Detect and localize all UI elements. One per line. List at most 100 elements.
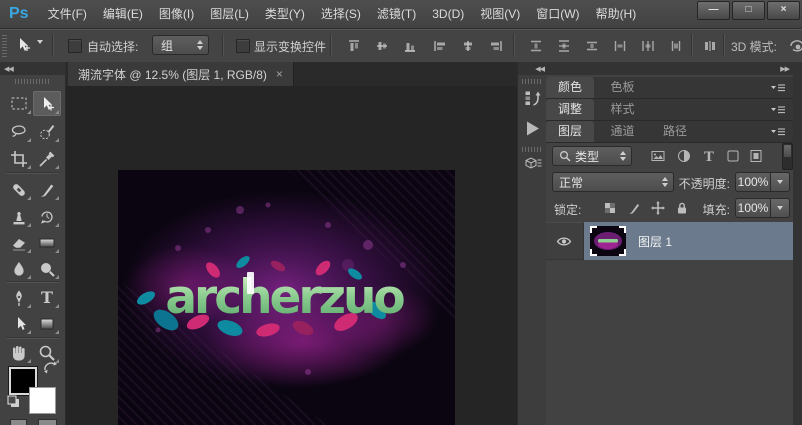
close-button[interactable]: × bbox=[767, 1, 800, 20]
eyedropper-tool[interactable] bbox=[33, 146, 61, 171]
hand-tool[interactable] bbox=[5, 340, 33, 365]
pen-tool[interactable] bbox=[5, 285, 33, 310]
distribute-top-edges-button[interactable] bbox=[525, 37, 547, 55]
layer-thumbnail[interactable] bbox=[590, 226, 626, 256]
align-bottom-edges-button[interactable] bbox=[399, 37, 421, 55]
opacity-dropdown-arrow[interactable] bbox=[771, 172, 790, 192]
quick-selection-tool[interactable] bbox=[33, 119, 61, 144]
layer-filter-type-dropdown[interactable]: 类型 bbox=[552, 146, 632, 166]
type-tool[interactable]: T bbox=[33, 285, 61, 310]
swap-colors-icon[interactable] bbox=[42, 360, 58, 376]
distribute-spacing-button[interactable] bbox=[699, 37, 721, 55]
3d-panel-button[interactable] bbox=[521, 154, 544, 176]
lock-pixels-icon[interactable] bbox=[624, 199, 644, 217]
distribute-left-edges-button[interactable] bbox=[609, 37, 631, 55]
path-selection-tool[interactable] bbox=[5, 311, 33, 336]
3d-rotate-mode-icon[interactable] bbox=[786, 37, 802, 55]
menu-view[interactable]: 视图(V) bbox=[472, 0, 528, 28]
filter-type-layers-icon[interactable]: T bbox=[699, 147, 719, 165]
distribute-bottom-edges-button[interactable] bbox=[581, 37, 603, 55]
drag-grip[interactable] bbox=[522, 147, 543, 152]
menu-3d[interactable]: 3D(D) bbox=[424, 0, 472, 28]
brush-tool[interactable] bbox=[33, 177, 61, 202]
layer-visibility-cell[interactable] bbox=[546, 222, 584, 260]
clone-stamp-tool[interactable] bbox=[5, 204, 33, 229]
align-horizontal-centers-button[interactable] bbox=[457, 37, 479, 55]
align-vertical-centers-button[interactable] bbox=[371, 37, 393, 55]
history-panel-button[interactable] bbox=[521, 87, 544, 109]
dodge-tool[interactable] bbox=[33, 256, 61, 281]
drag-grip[interactable] bbox=[522, 79, 543, 84]
minimize-button[interactable]: — bbox=[697, 1, 730, 20]
lock-all-icon[interactable] bbox=[672, 199, 692, 217]
strip-expand-header[interactable]: ◀◀ bbox=[518, 62, 547, 75]
drag-grip[interactable] bbox=[15, 79, 51, 84]
menu-window[interactable]: 窗口(W) bbox=[528, 0, 587, 28]
fill-value[interactable]: 100% bbox=[735, 198, 771, 218]
layer-row[interactable]: 图层 1 bbox=[546, 222, 793, 260]
crop-tool[interactable] bbox=[5, 146, 33, 171]
rectangle-shape-tool[interactable] bbox=[33, 311, 61, 336]
panel-menu-icon[interactable] bbox=[770, 127, 786, 137]
auto-select-checkbox[interactable] bbox=[68, 39, 82, 53]
distribute-right-edges-button[interactable] bbox=[665, 37, 687, 55]
menu-help[interactable]: 帮助(H) bbox=[588, 0, 645, 28]
healing-brush-tool[interactable] bbox=[5, 177, 33, 202]
tab-color[interactable]: 颜色 bbox=[546, 77, 594, 98]
tab-channels[interactable]: 通道 bbox=[598, 121, 646, 142]
menu-layer[interactable]: 图层(L) bbox=[202, 0, 257, 28]
rectangular-marquee-tool[interactable] bbox=[5, 91, 33, 116]
align-left-edges-button[interactable] bbox=[429, 37, 451, 55]
document-area[interactable]: 潮流字体 @ 12.5% (图层 1, RGB/8) × bbox=[66, 62, 517, 425]
filter-pixel-layers-icon[interactable] bbox=[648, 147, 668, 165]
align-right-edges-button[interactable] bbox=[485, 37, 507, 55]
menu-image[interactable]: 图像(I) bbox=[151, 0, 202, 28]
lock-transparency-icon[interactable] bbox=[600, 199, 620, 217]
menu-file[interactable]: 文件(F) bbox=[40, 0, 95, 28]
screen-mode-button[interactable] bbox=[38, 419, 57, 425]
maximize-button[interactable]: □ bbox=[732, 1, 765, 20]
opacity-value[interactable]: 100% bbox=[735, 172, 771, 192]
filter-smart-objects-icon[interactable] bbox=[746, 147, 766, 165]
layer-name[interactable]: 图层 1 bbox=[638, 233, 672, 250]
tools-collapse-header[interactable]: ◀◀ bbox=[0, 62, 65, 75]
default-colors-icon[interactable] bbox=[6, 394, 22, 410]
filter-adjustment-layers-icon[interactable] bbox=[674, 147, 694, 165]
tab-close-icon[interactable]: × bbox=[276, 67, 283, 81]
document-tab[interactable]: 潮流字体 @ 12.5% (图层 1, RGB/8) × bbox=[68, 62, 294, 86]
blend-mode-dropdown[interactable]: 正常 bbox=[552, 172, 674, 192]
show-transform-checkbox[interactable] bbox=[236, 39, 250, 53]
menu-edit[interactable]: 编辑(E) bbox=[95, 0, 151, 28]
selected-layer[interactable]: 图层 1 bbox=[584, 222, 793, 260]
tab-styles[interactable]: 样式 bbox=[598, 99, 646, 120]
move-tool[interactable] bbox=[33, 91, 61, 116]
background-color-swatch[interactable] bbox=[29, 387, 56, 414]
dock-collapse-header[interactable]: ▶▶ bbox=[546, 62, 793, 75]
gradient-tool[interactable] bbox=[33, 230, 61, 255]
filter-shape-layers-icon[interactable] bbox=[723, 147, 743, 165]
tab-paths[interactable]: 路径 bbox=[651, 121, 699, 142]
menu-type[interactable]: 类型(Y) bbox=[257, 0, 313, 28]
lock-position-icon[interactable] bbox=[648, 199, 668, 217]
drag-grip[interactable] bbox=[2, 34, 7, 57]
tab-swatches[interactable]: 色板 bbox=[598, 77, 646, 98]
distribute-vertical-centers-button[interactable] bbox=[553, 37, 575, 55]
fill-dropdown-arrow[interactable] bbox=[771, 198, 790, 218]
blur-tool[interactable] bbox=[5, 256, 33, 281]
tab-layers[interactable]: 图层 bbox=[546, 121, 594, 142]
eraser-tool[interactable] bbox=[5, 230, 33, 255]
canvas-artwork[interactable]: archerzuo bbox=[118, 170, 455, 425]
menu-filter[interactable]: 滤镜(T) bbox=[369, 0, 424, 28]
panel-menu-icon[interactable] bbox=[770, 105, 786, 115]
quick-mask-button[interactable] bbox=[10, 419, 27, 425]
menu-select[interactable]: 选择(S) bbox=[313, 0, 369, 28]
align-top-edges-button[interactable] bbox=[343, 37, 365, 55]
lasso-tool[interactable] bbox=[5, 119, 33, 144]
layer-filter-toggle[interactable] bbox=[782, 143, 793, 170]
panel-menu-icon[interactable] bbox=[770, 83, 786, 93]
tab-adjustments[interactable]: 调整 bbox=[546, 99, 594, 120]
tool-preset-arrow-icon[interactable] bbox=[37, 44, 43, 62]
history-brush-tool[interactable] bbox=[33, 204, 61, 229]
distribute-horizontal-centers-button[interactable] bbox=[637, 37, 659, 55]
actions-panel-button[interactable] bbox=[521, 117, 544, 139]
